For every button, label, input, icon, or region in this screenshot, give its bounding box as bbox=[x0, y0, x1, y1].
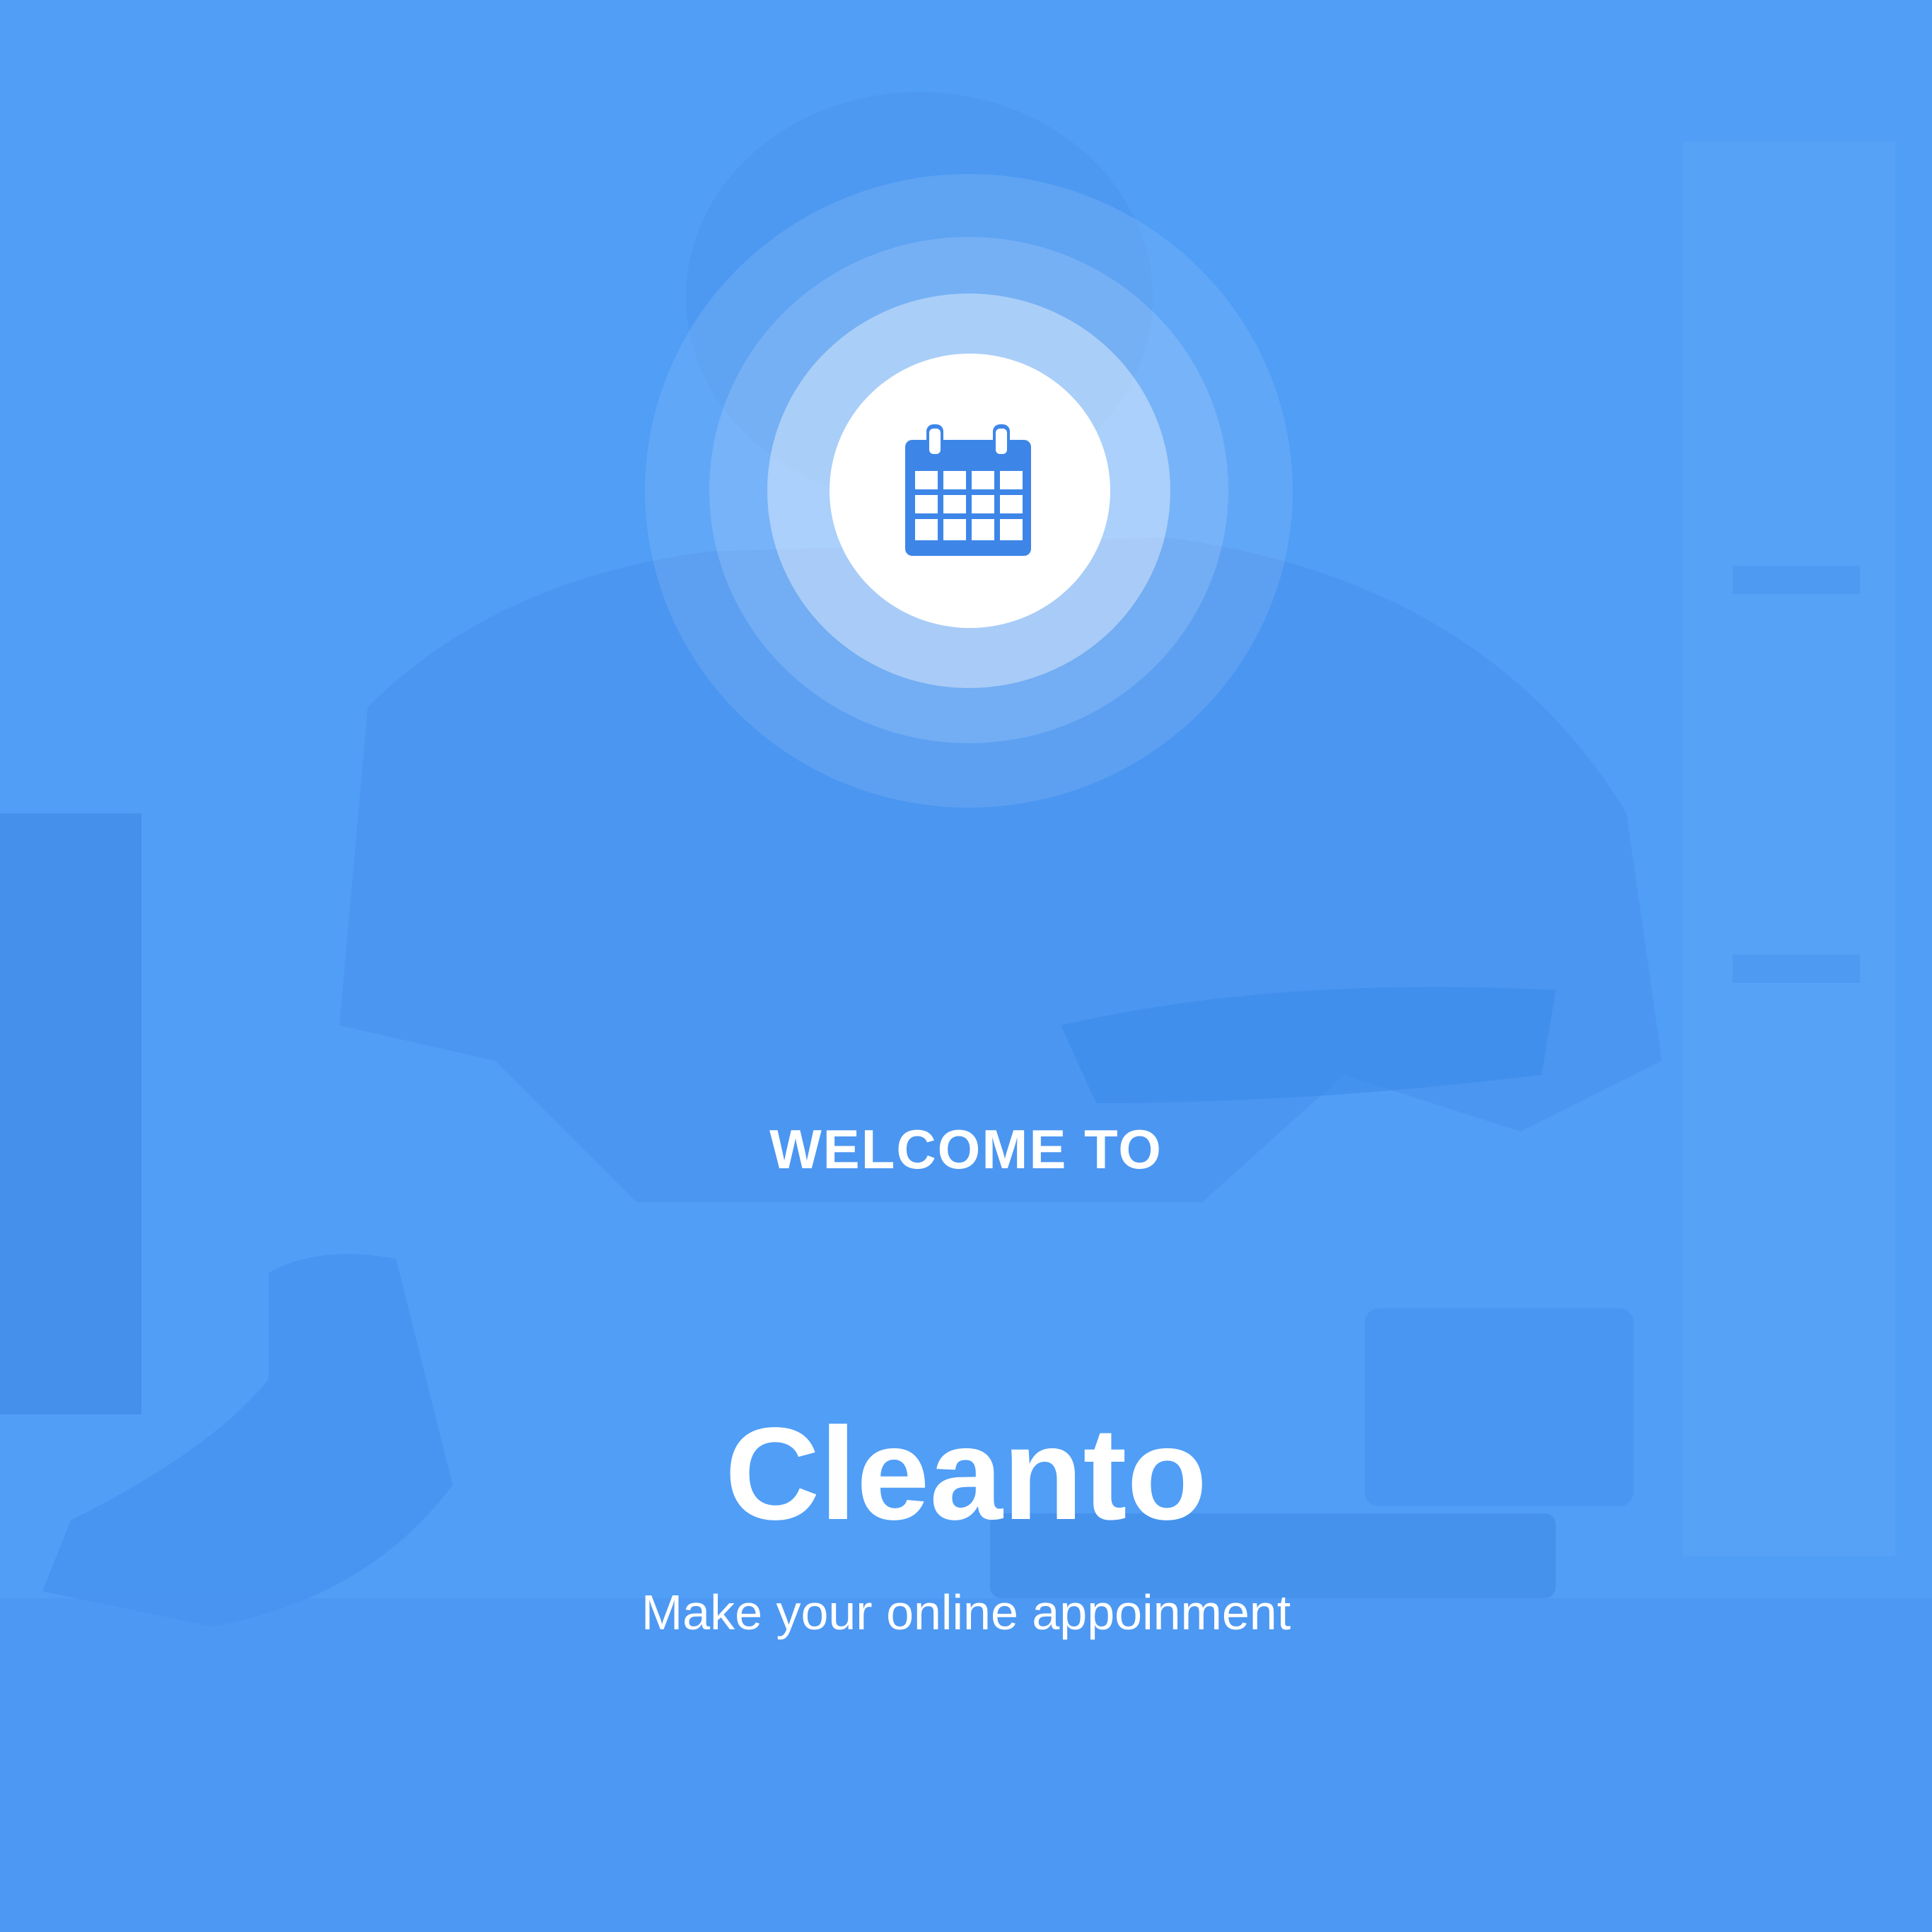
splash-screen: WELCOME TO Cleanto Make your online appo… bbox=[0, 0, 1932, 1932]
welcome-heading: WELCOME TO bbox=[769, 1118, 1163, 1180]
tagline-text: Make your online appoinment bbox=[641, 1585, 1291, 1640]
app-name-title: Cleanto bbox=[724, 1401, 1208, 1547]
calendar-icon bbox=[905, 424, 1031, 556]
